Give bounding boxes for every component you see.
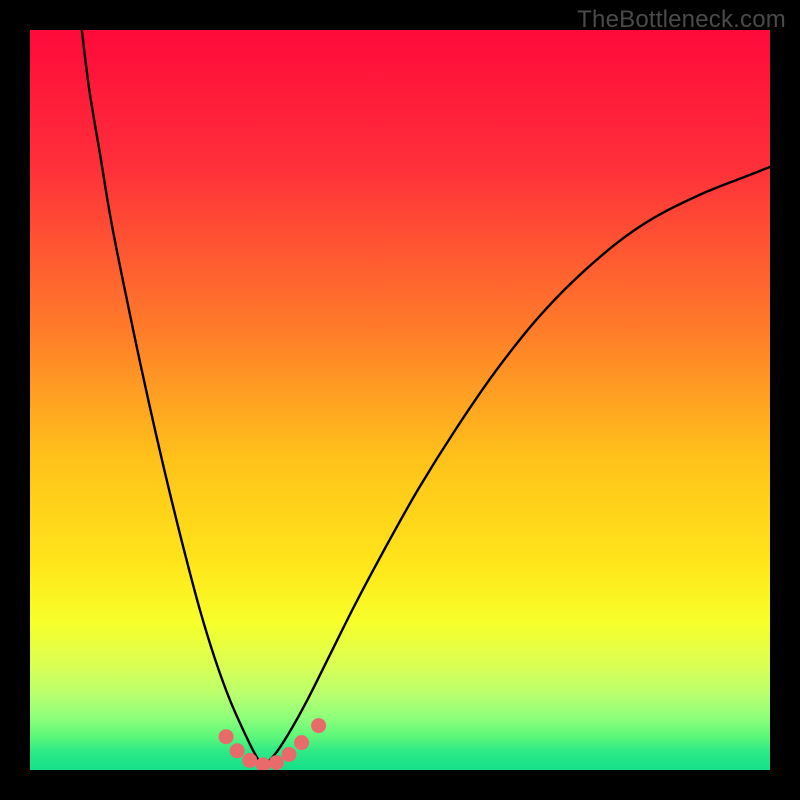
- vertex-dot: [242, 753, 257, 768]
- vertex-dot: [219, 729, 234, 744]
- vertex-dot: [256, 757, 271, 770]
- vertex-dot: [269, 755, 284, 770]
- vertex-dot: [294, 735, 309, 750]
- chart-container: TheBottleneck.com: [0, 0, 800, 800]
- attribution-watermark: TheBottleneck.com: [577, 6, 786, 34]
- vertex-dots: [30, 30, 770, 770]
- vertex-dot: [282, 747, 297, 762]
- plot-area: [30, 30, 770, 770]
- vertex-dot: [311, 718, 326, 733]
- vertex-dot: [230, 743, 245, 758]
